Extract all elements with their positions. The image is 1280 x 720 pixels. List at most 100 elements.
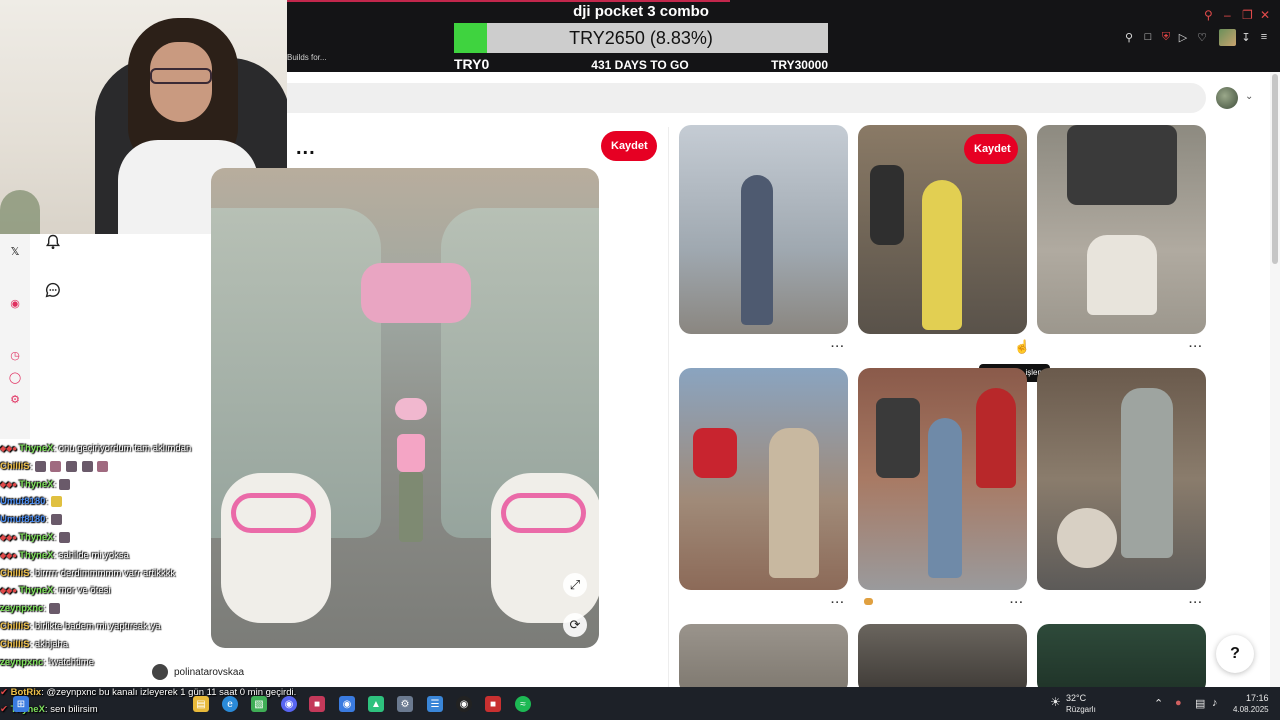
app-icon[interactable]: ■: [485, 696, 501, 712]
discord-icon[interactable]: ◉: [281, 696, 297, 712]
app-icon[interactable]: ▲: [368, 696, 384, 712]
weather-icon[interactable]: ☀: [1050, 695, 1061, 709]
chat-message: ChilliS: birlikte badem mi yaptırsak ya: [0, 618, 230, 636]
chat-message: ◆◆● ThyneX:: [0, 476, 230, 494]
chat-username[interactable]: ThyneX: [19, 550, 53, 561]
clock-date[interactable]: 4.08.2025: [1233, 705, 1269, 714]
save-button[interactable]: Kaydet: [601, 131, 657, 161]
emote-icon: [81, 460, 93, 472]
chat-username[interactable]: ChilliS: [0, 639, 30, 650]
chat-username[interactable]: ChilliS: [0, 621, 30, 632]
stream-goal-days: 431 DAYS TO GO: [591, 58, 689, 72]
browser-icon[interactable]: ■: [309, 696, 325, 712]
more-options-icon[interactable]: ···: [831, 341, 845, 353]
social-rail: 𝕏 ◉ ◷ ◯ ⚙: [0, 234, 30, 439]
app-icon[interactable]: ◉: [339, 696, 355, 712]
active-tab-accent: [287, 0, 730, 2]
emote-icon: [66, 460, 78, 472]
pin-icon[interactable]: ⚲: [1122, 30, 1136, 44]
windows-start-icon[interactable]: ⊞: [13, 696, 29, 712]
messages-icon[interactable]: [44, 281, 62, 299]
record-icon[interactable]: ◉: [8, 296, 22, 310]
gear-icon[interactable]: ⚙: [8, 392, 22, 406]
minimize-icon[interactable]: –: [1224, 8, 1231, 22]
grid-pin[interactable]: [1037, 368, 1206, 590]
chevron-down-icon[interactable]: ⌄: [1245, 91, 1253, 102]
grid-pin[interactable]: [1037, 125, 1206, 334]
grid-pin[interactable]: [679, 125, 848, 334]
clock-icon[interactable]: ◷: [8, 348, 22, 362]
grid-pin[interactable]: [1037, 624, 1206, 694]
close-icon[interactable]: ✕: [1260, 8, 1270, 22]
chat-username[interactable]: ThyneX: [19, 532, 53, 543]
pin-can: [976, 388, 1016, 488]
search-icon[interactable]: ⚲: [1204, 8, 1213, 22]
bell-icon[interactable]: [44, 233, 62, 251]
chat-username[interactable]: zeynpxnc: [0, 657, 43, 668]
play-icon[interactable]: ▷: [1176, 30, 1190, 44]
more-options-button[interactable]: ...: [296, 137, 316, 160]
edge-icon[interactable]: e: [222, 696, 238, 712]
chat-message: ◆◆● ThyneX: mor ve ötesi: [0, 582, 230, 600]
chat-username[interactable]: Umut8180: [0, 514, 45, 525]
file-explorer-icon[interactable]: ▤: [193, 696, 209, 712]
chat-username[interactable]: ChilliS: [0, 568, 30, 579]
more-options-icon[interactable]: ···: [1010, 597, 1024, 609]
grid-save-button[interactable]: Kaydet: [964, 134, 1018, 164]
chat-username[interactable]: ThyneX: [19, 585, 53, 596]
grid-pin[interactable]: [679, 368, 848, 590]
shield-icon[interactable]: ⛨: [1159, 30, 1173, 44]
expand-icon[interactable]: ⤢: [563, 573, 587, 597]
grid-pin[interactable]: [679, 624, 848, 694]
account-avatar[interactable]: [1216, 87, 1238, 109]
download-icon[interactable]: ↧: [1239, 30, 1253, 44]
pin-bag: [1087, 235, 1157, 315]
browser-tab-title[interactable]: Builds for...: [287, 53, 327, 62]
settings-icon[interactable]: ⚙: [397, 696, 413, 712]
x-icon[interactable]: 𝕏: [8, 244, 22, 258]
more-options-icon[interactable]: ···: [1189, 341, 1203, 353]
clock-time[interactable]: 17:16: [1246, 693, 1269, 703]
tray-chevron-icon[interactable]: ⌃: [1154, 697, 1163, 710]
browser-profile-avatar[interactable]: [1219, 29, 1236, 46]
network-icon[interactable]: ▤: [1195, 697, 1205, 710]
pin-phone: [876, 398, 920, 478]
visual-search-icon[interactable]: ⟳: [563, 613, 587, 637]
help-button[interactable]: ?: [1216, 635, 1254, 673]
menu-icon[interactable]: ≡: [1257, 30, 1271, 44]
obs-icon[interactable]: ◉: [456, 696, 472, 712]
more-options-icon[interactable]: ···: [831, 597, 845, 609]
app-icon[interactable]: ▧: [251, 696, 267, 712]
scrollbar-thumb[interactable]: [1272, 74, 1278, 264]
chat-username[interactable]: ThyneX: [19, 443, 53, 454]
chat-message: Umut8180:: [0, 493, 230, 511]
notepad-icon[interactable]: ☰: [427, 696, 443, 712]
chat-badge-icon: ◆◆●: [0, 444, 18, 453]
mic-icon[interactable]: ●: [1175, 697, 1182, 709]
page-scrollbar[interactable]: [1270, 72, 1280, 687]
more-options-icon[interactable]: ···: [1189, 597, 1203, 609]
pin-figure: [922, 180, 962, 330]
chat-icon[interactable]: ◯: [8, 370, 22, 384]
chat-username[interactable]: Umut8180: [0, 496, 45, 507]
chat-username[interactable]: zeynpxnc: [0, 603, 43, 614]
image-laces-left: [231, 493, 316, 533]
emote-icon: [34, 460, 46, 472]
pin-main-image[interactable]: [211, 168, 599, 648]
heart-icon[interactable]: ♡: [1195, 30, 1209, 44]
chat-badge-icon: ◆◆●: [0, 479, 18, 489]
chat-username[interactable]: ThyneX: [19, 479, 53, 490]
emote-icon: [50, 460, 62, 472]
spotify-icon[interactable]: ≈: [515, 696, 531, 712]
restore-icon[interactable]: ❐: [1242, 8, 1253, 22]
volume-icon[interactable]: ♪: [1212, 697, 1218, 709]
image-pink-bag: [361, 263, 471, 323]
screenshot-icon[interactable]: □: [1141, 30, 1155, 44]
search-input[interactable]: [287, 83, 1206, 113]
weather-desc[interactable]: Rüzgarlı: [1066, 705, 1096, 714]
chat-last-text: : sen bilirsim: [44, 704, 98, 715]
chat-username[interactable]: ChilliS: [0, 461, 30, 472]
grid-pin[interactable]: [858, 624, 1027, 694]
grid-pin[interactable]: [858, 368, 1027, 590]
weather-temp[interactable]: 32°C: [1066, 693, 1086, 703]
